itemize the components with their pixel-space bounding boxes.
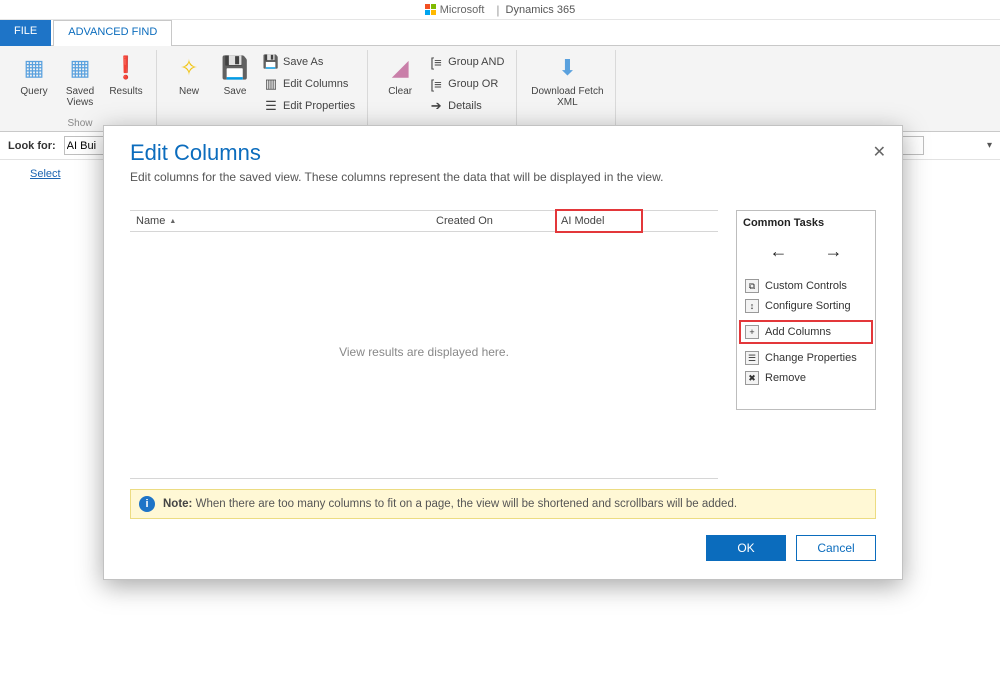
column-header-name[interactable]: Name ▲	[130, 211, 430, 231]
task-add-columns[interactable]: + Add Columns	[743, 324, 869, 340]
sorting-icon: ↕	[745, 299, 759, 313]
cancel-button[interactable]: Cancel	[796, 535, 876, 561]
properties-icon: ☰	[745, 351, 759, 365]
column-header-created-on[interactable]: Created On	[430, 211, 555, 231]
note-text: Note: When there are too many columns to…	[163, 498, 737, 510]
dialog-footer: OK Cancel	[104, 519, 902, 579]
results-placeholder: View results are displayed here.	[130, 232, 718, 472]
note-bar: i Note: When there are too many columns …	[130, 489, 876, 519]
columns-header-row: Name ▲ Created On AI Model	[130, 210, 718, 232]
dialog-body: Name ▲ Created On AI Model View results …	[104, 190, 902, 479]
sort-asc-icon: ▲	[169, 218, 176, 225]
dialog-subtitle: Edit columns for the saved view. These c…	[130, 170, 876, 184]
task-custom-controls[interactable]: ⧉ Custom Controls	[743, 276, 869, 296]
add-columns-icon: +	[745, 325, 759, 339]
remove-icon: ✖	[745, 371, 759, 385]
task-add-columns-highlight: + Add Columns	[739, 320, 873, 344]
move-right-button[interactable]: →	[825, 241, 843, 262]
task-label: Change Properties	[765, 352, 857, 364]
task-label: Custom Controls	[765, 280, 847, 292]
note-body: When there are too many columns to fit o…	[196, 498, 737, 510]
task-label: Remove	[765, 372, 806, 384]
info-icon: i	[139, 496, 155, 512]
move-left-button[interactable]: ←	[770, 241, 788, 262]
common-tasks-panel: Common Tasks ← → ⧉ Custom Controls ↕ Con…	[736, 210, 876, 410]
divider	[130, 478, 718, 479]
close-icon[interactable]: ✕	[873, 142, 886, 162]
columns-area: Name ▲ Created On AI Model View results …	[130, 210, 718, 479]
dialog-header: Edit Columns Edit columns for the saved …	[104, 126, 902, 190]
note-label: Note:	[163, 498, 192, 510]
ok-button[interactable]: OK	[706, 535, 786, 561]
task-label: Add Columns	[765, 326, 831, 338]
dialog-title: Edit Columns	[130, 140, 876, 166]
task-label: Configure Sorting	[765, 300, 851, 312]
column-header-label: Name	[136, 215, 165, 227]
column-header-ai-model[interactable]: AI Model	[555, 209, 643, 233]
column-header-label: Created On	[436, 215, 493, 227]
task-change-properties[interactable]: ☰ Change Properties	[743, 348, 869, 368]
move-arrows-row: ← →	[743, 229, 869, 276]
common-tasks-title: Common Tasks	[743, 217, 869, 229]
task-configure-sorting[interactable]: ↕ Configure Sorting	[743, 296, 869, 316]
column-header-label: AI Model	[561, 215, 604, 227]
task-remove[interactable]: ✖ Remove	[743, 368, 869, 388]
controls-icon: ⧉	[745, 279, 759, 293]
edit-columns-dialog: ✕ Edit Columns Edit columns for the save…	[103, 125, 903, 580]
